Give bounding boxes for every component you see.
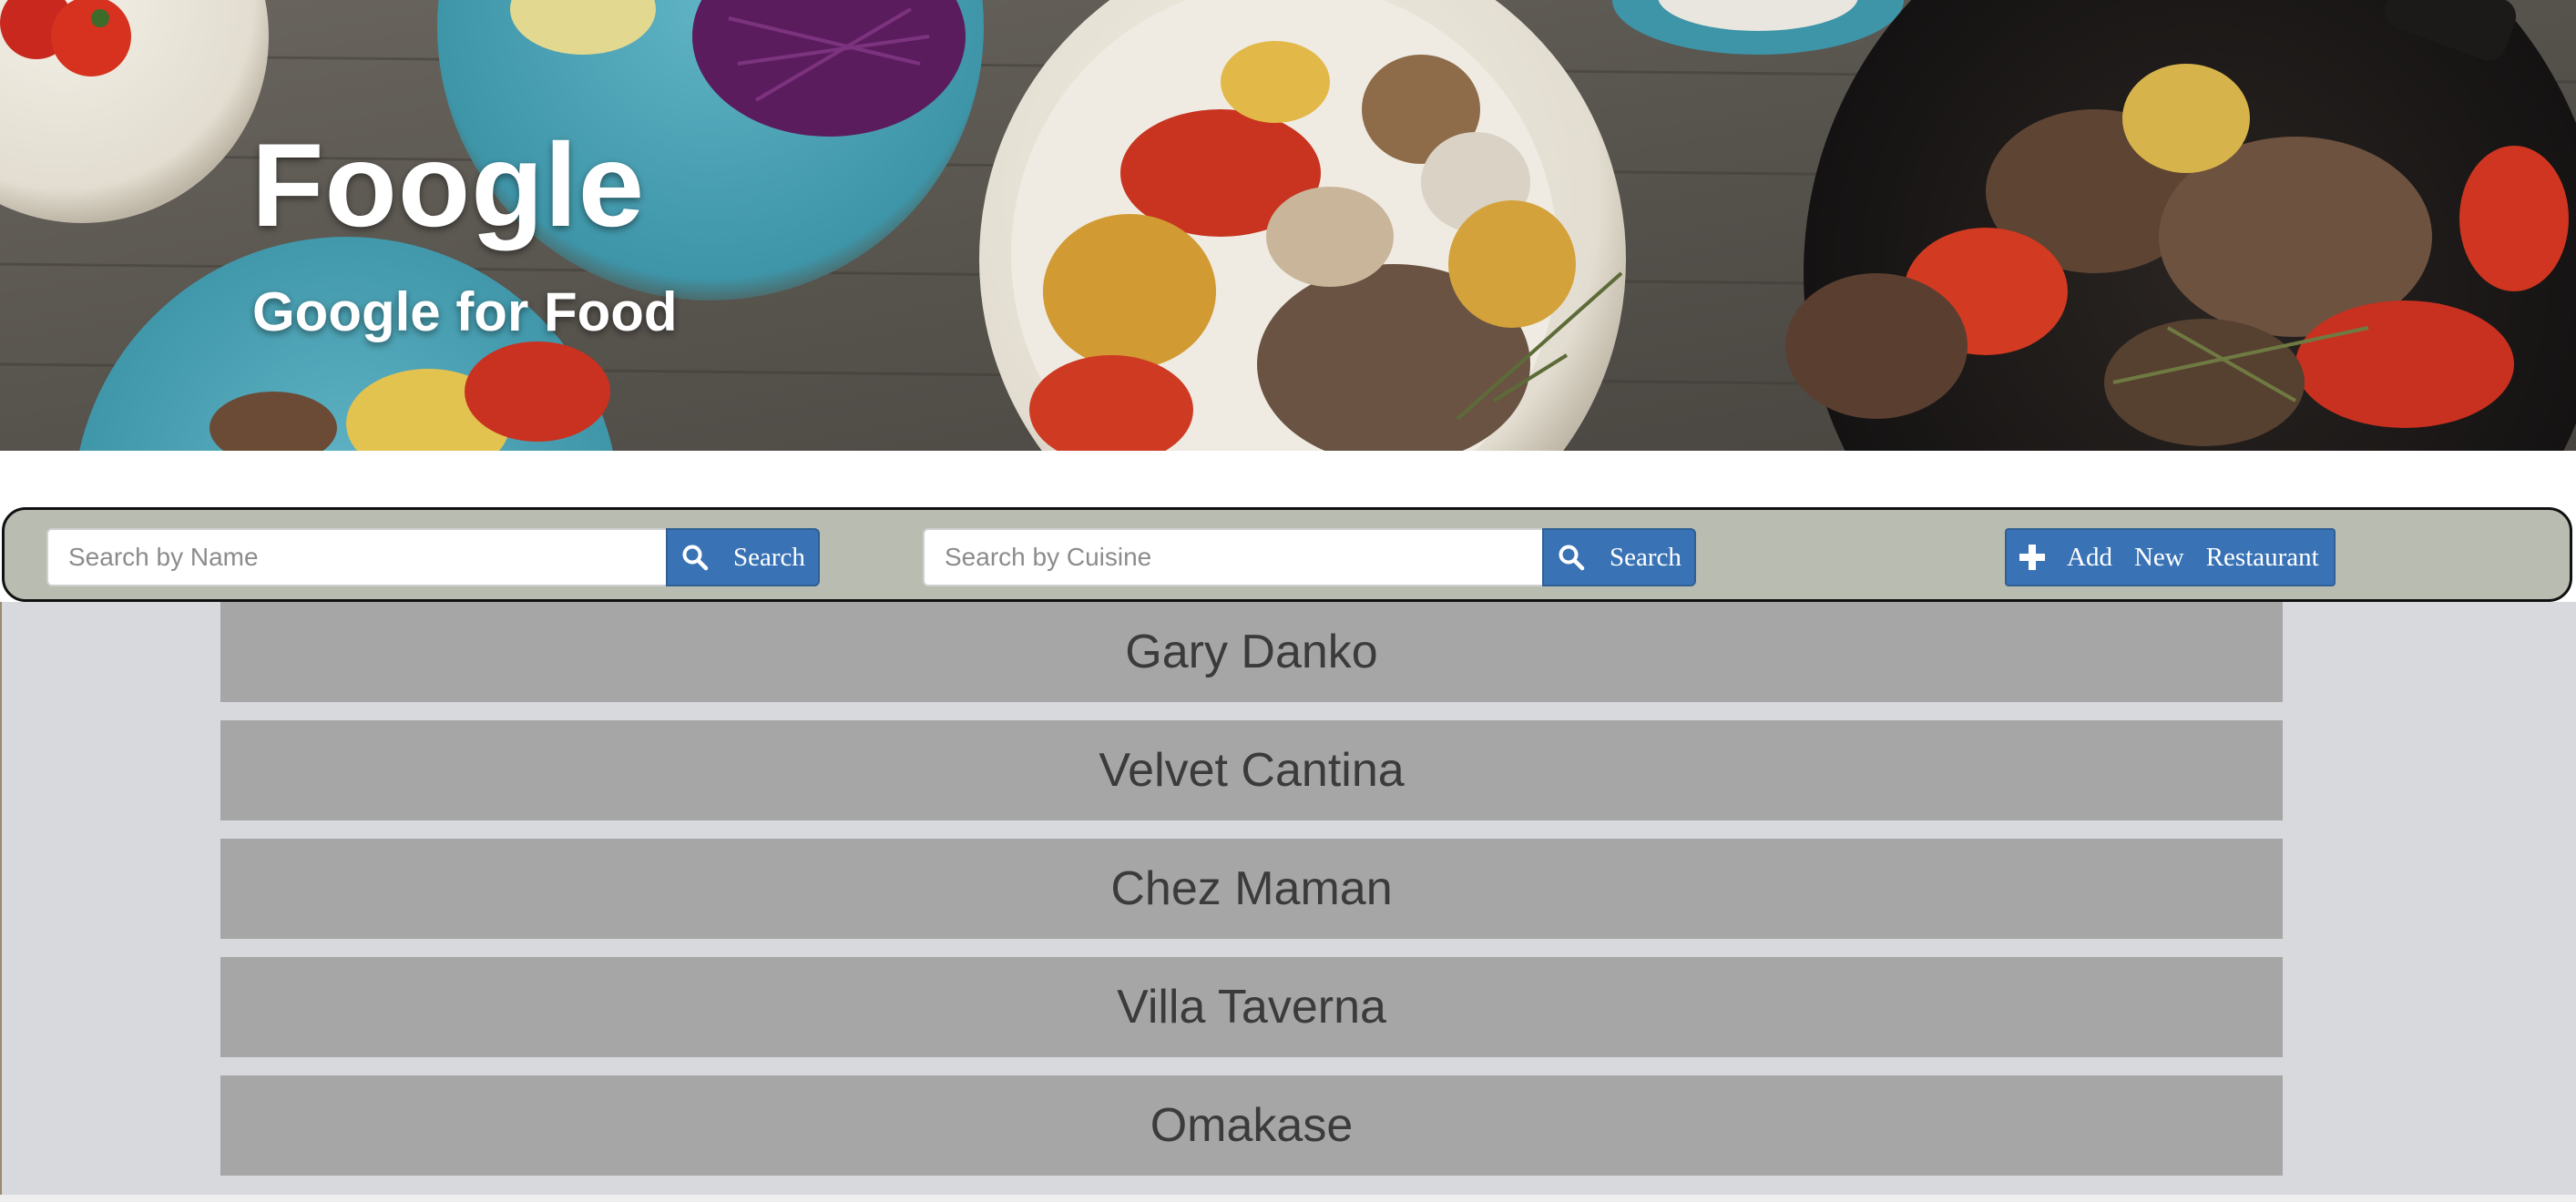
window-edge — [0, 602, 2, 1202]
add-button-word: Add — [2067, 542, 2112, 572]
restaurant-list-item[interactable]: Omakase — [220, 1075, 2283, 1176]
restaurant-list-item[interactable]: Gary Danko — [220, 602, 2283, 702]
site-title: Foogle — [251, 118, 646, 251]
search-icon — [1557, 543, 1586, 572]
search-by-cuisine-button[interactable]: Search — [1542, 528, 1696, 586]
search-toolbar: Search Search Ad — [2, 507, 2572, 602]
add-button-word: New — [2133, 542, 2184, 572]
restaurant-list-item[interactable]: Villa Taverna — [220, 957, 2283, 1057]
page-bottom-edge — [0, 1195, 2576, 1202]
restaurant-list-area: Gary Danko Velvet Cantina Chez Maman Vil… — [0, 602, 2576, 1202]
add-new-restaurant-button[interactable]: Add New Restaurant — [2005, 528, 2336, 586]
restaurant-list-item[interactable]: Velvet Cantina — [220, 720, 2283, 820]
site-subtitle: Google for Food — [252, 281, 678, 342]
search-by-name-input[interactable] — [46, 528, 666, 586]
search-button-label: Search — [1610, 542, 1682, 572]
search-icon — [680, 543, 710, 572]
restaurant-list: Gary Danko Velvet Cantina Chez Maman Vil… — [220, 602, 2283, 1194]
hero-banner: Foogle Google for Food — [0, 0, 2576, 451]
cuisine-search-group: Search — [923, 528, 1696, 586]
search-button-label: Search — [733, 542, 805, 572]
name-search-group: Search — [46, 528, 820, 586]
search-by-name-button[interactable]: Search — [666, 528, 820, 586]
restaurant-list-item[interactable]: Chez Maman — [220, 839, 2283, 939]
search-by-cuisine-input[interactable] — [923, 528, 1542, 586]
plus-icon — [2018, 543, 2047, 572]
add-button-word: Restaurant — [2205, 542, 2319, 572]
page: Foogle Google for Food Search by Name Se… — [0, 0, 2576, 1202]
